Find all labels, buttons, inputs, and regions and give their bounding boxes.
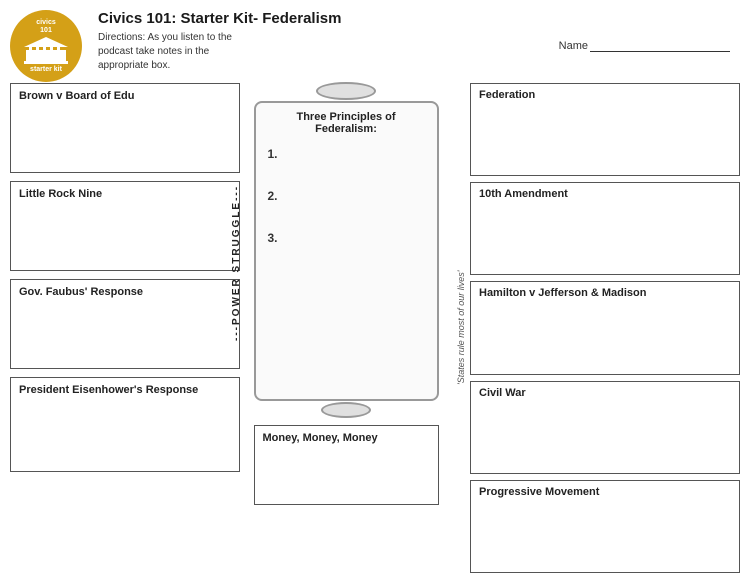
- logo-text-top: civics101: [36, 19, 55, 34]
- right-boxes: Federation 10th Amendment Hamilton v Jef…: [470, 83, 740, 573]
- box-progressive-movement[interactable]: Progressive Movement: [470, 480, 740, 573]
- states-rule-label: 'States rule most of our lives': [452, 83, 470, 573]
- right-column: 'States rule most of our lives' Federati…: [452, 83, 740, 573]
- box-gov-faubus[interactable]: Gov. Faubus' Response: [10, 279, 240, 369]
- box-federation[interactable]: Federation: [470, 83, 740, 176]
- header-directions: Directions: As you listen to the podcast…: [98, 31, 258, 73]
- box-10th-amendment[interactable]: 10th Amendment: [470, 182, 740, 275]
- logo-circle: civics101: [10, 10, 82, 82]
- name-line: Name: [559, 40, 730, 52]
- scroll-title: Three Principles ofFederalism:: [268, 111, 425, 135]
- middle-column: ---POWER STRUGGLE--- Three Principles of…: [246, 83, 446, 573]
- name-label: Name: [559, 40, 588, 52]
- box-money[interactable]: Money, Money, Money: [254, 425, 439, 505]
- power-struggle-label: ---POWER STRUGGLE---: [231, 163, 242, 363]
- scroll-body: Three Principles ofFederalism: 1. 2. 3.: [254, 101, 439, 401]
- main-content: Brown v Board of Edu Little Rock Nine Go…: [10, 83, 740, 573]
- box-brown-v-board[interactable]: Brown v Board of Edu: [10, 83, 240, 173]
- box-hamilton-jefferson[interactable]: Hamilton v Jefferson & Madison: [470, 281, 740, 374]
- box-little-rock[interactable]: Little Rock Nine: [10, 181, 240, 271]
- header-title: Civics 101: Starter Kit- Federalism: [98, 10, 740, 27]
- box-civil-war[interactable]: Civil War: [470, 381, 740, 474]
- logo-area: civics101: [10, 10, 90, 75]
- scroll-top-curl: [316, 82, 376, 100]
- scroll-item-2: 2.: [268, 189, 425, 203]
- scroll-item-1: 1.: [268, 147, 425, 161]
- page: civics101: [0, 0, 750, 580]
- scroll-bottom-curl: [321, 402, 371, 418]
- scroll-container: Three Principles ofFederalism: 1. 2. 3.: [254, 83, 439, 417]
- logo-building: [21, 35, 71, 65]
- logo-label: starter kit: [30, 66, 62, 73]
- name-underline: [590, 51, 730, 52]
- left-column: Brown v Board of Edu Little Rock Nine Go…: [10, 83, 240, 573]
- box-president-eisenhower[interactable]: President Eisenhower's Response: [10, 377, 240, 472]
- scroll-items: 1. 2. 3.: [268, 147, 425, 245]
- scroll-item-3: 3.: [268, 231, 425, 245]
